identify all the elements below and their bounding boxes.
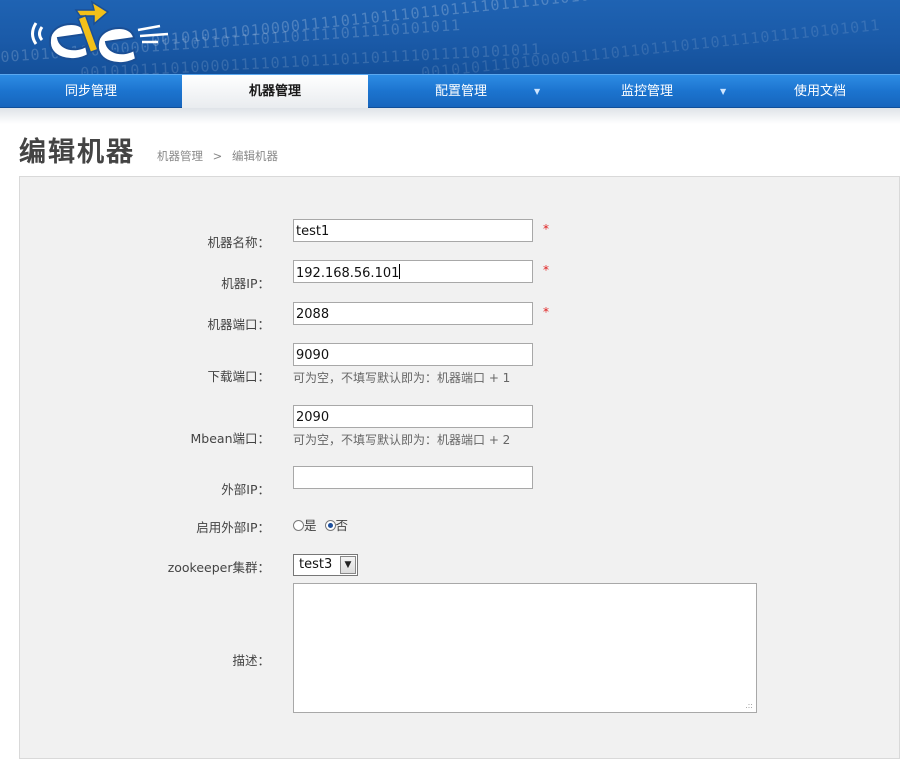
mbean-port-input[interactable]: 2090 xyxy=(293,405,533,428)
zookeeper-cluster-label: zookeeper集群： xyxy=(167,560,270,575)
nav-item-label: 监控管理 xyxy=(620,84,673,99)
nav-item-machine-management[interactable]: 机器管理 xyxy=(182,75,368,108)
nav-item-sync-management[interactable]: 同步管理 xyxy=(0,75,182,108)
required-marker: * xyxy=(543,305,549,319)
radio-no-label[interactable]: 否 xyxy=(336,518,349,533)
radio-yes[interactable] xyxy=(293,520,304,531)
enable-external-ip-radio-group: 是 否 xyxy=(293,515,352,533)
description-textarea[interactable]: .:: xyxy=(293,583,757,713)
nav-item-label: 机器管理 xyxy=(248,84,301,99)
breadcrumb-current: 编辑机器 xyxy=(231,149,278,163)
download-port-hint: 可为空，不填写默认即为：机器端口 + 1 xyxy=(293,371,511,385)
external-ip-label: 外部IP： xyxy=(221,482,270,497)
external-ip-input[interactable] xyxy=(293,466,533,489)
description-label: 描述： xyxy=(232,653,270,668)
download-port-label: 下载端口： xyxy=(207,369,270,384)
radio-no[interactable] xyxy=(324,520,336,531)
breadcrumb: 机器管理 > 编辑机器 xyxy=(157,148,284,164)
site-header: 0010101110100001111011011101101111011110… xyxy=(0,0,900,74)
nav-item-label: 配置管理 xyxy=(434,84,487,99)
chevron-down-icon[interactable]: ▼ xyxy=(340,556,356,574)
zookeeper-cluster-value: test3 xyxy=(299,557,333,572)
machine-port-label: 机器端口： xyxy=(207,317,270,332)
nav-shadow xyxy=(0,108,900,124)
machine-name-input[interactable]: test1 xyxy=(293,219,533,242)
required-marker: * xyxy=(543,263,549,277)
text-cursor xyxy=(399,264,401,279)
mbean-port-hint: 可为空，不填写默认即为：机器端口 + 2 xyxy=(293,433,511,447)
breadcrumb-parent[interactable]: 机器管理 xyxy=(157,149,203,163)
nav-item-config-management[interactable]: 配置管理 ▼ xyxy=(368,75,554,108)
nav-item-monitor-management[interactable]: 监控管理 ▼ xyxy=(554,75,740,108)
download-port-input[interactable]: 9090 xyxy=(293,343,533,366)
radio-yes-label[interactable]: 是 xyxy=(304,518,317,533)
main-nav: 同步管理 机器管理 配置管理 ▼ 监控管理 ▼ 使用文档 xyxy=(0,74,900,108)
zookeeper-cluster-select[interactable]: test3 ▼ xyxy=(293,554,358,576)
nav-item-label: 使用文档 xyxy=(793,84,846,99)
chevron-down-icon: ▼ xyxy=(534,87,541,96)
machine-ip-value: 192.168.56.101 xyxy=(296,266,400,281)
machine-name-label: 机器名称： xyxy=(207,235,270,250)
nav-item-label: 同步管理 xyxy=(64,84,117,99)
otter-logo[interactable] xyxy=(28,0,178,70)
nav-item-docs[interactable]: 使用文档 xyxy=(740,75,900,108)
machine-port-input[interactable]: 2088 xyxy=(293,302,533,325)
machine-ip-label: 机器IP： xyxy=(221,276,270,291)
breadcrumb-separator: > xyxy=(212,149,223,163)
machine-ip-input[interactable]: 192.168.56.101 xyxy=(293,260,533,283)
page-title: 编辑机器 xyxy=(19,137,135,168)
required-marker: * xyxy=(543,222,549,236)
resize-grip-icon[interactable]: .:: xyxy=(745,701,753,710)
mbean-port-label: Mbean端口： xyxy=(190,431,271,446)
enable-external-ip-label: 启用外部IP： xyxy=(196,520,270,535)
chevron-down-icon: ▼ xyxy=(720,87,727,96)
